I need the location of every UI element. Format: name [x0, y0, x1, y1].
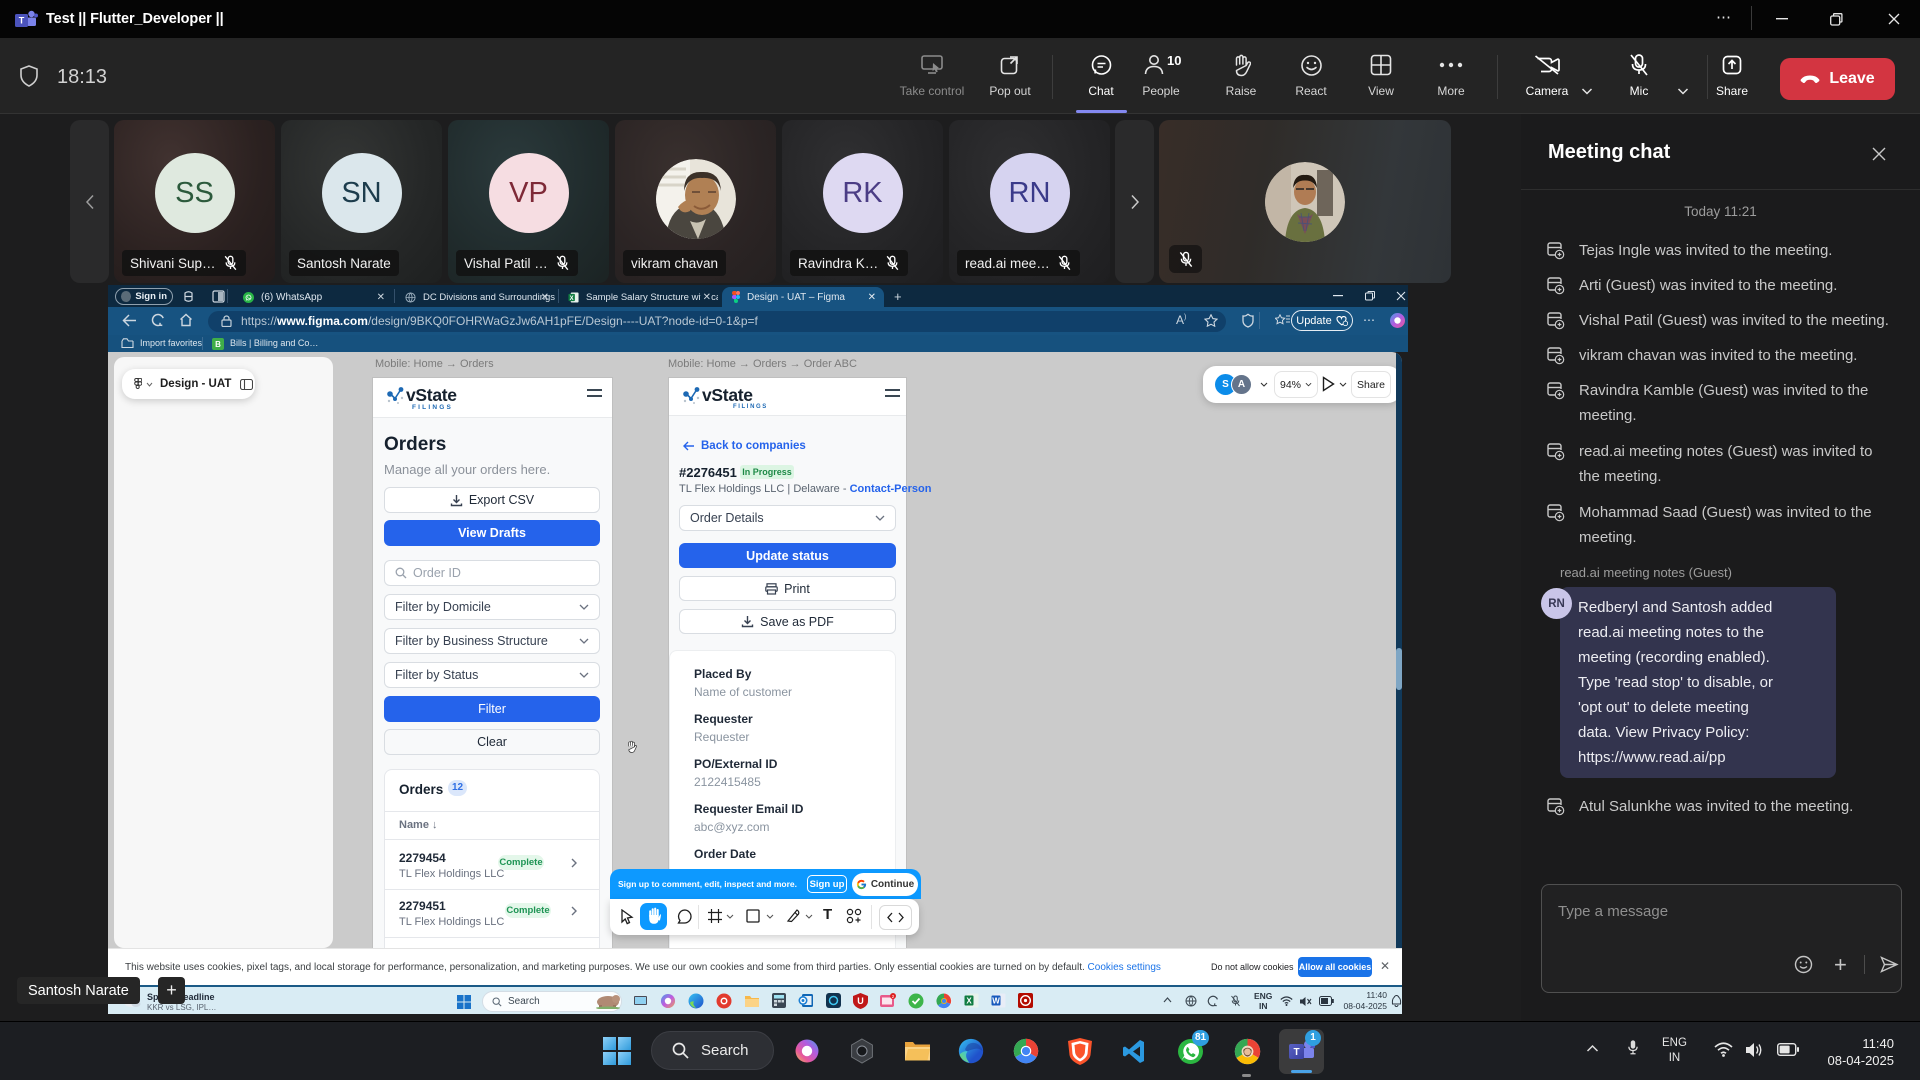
svg-text:10: 10 — [1167, 53, 1181, 68]
svg-text:T: T — [19, 16, 25, 26]
svg-text:W: W — [992, 997, 1000, 1006]
svg-text:T: T — [1293, 1047, 1299, 1058]
svg-text:B: B — [215, 340, 221, 349]
svg-text:U: U — [857, 996, 864, 1006]
svg-text:X: X — [570, 296, 574, 302]
svg-text:X: X — [966, 997, 972, 1006]
